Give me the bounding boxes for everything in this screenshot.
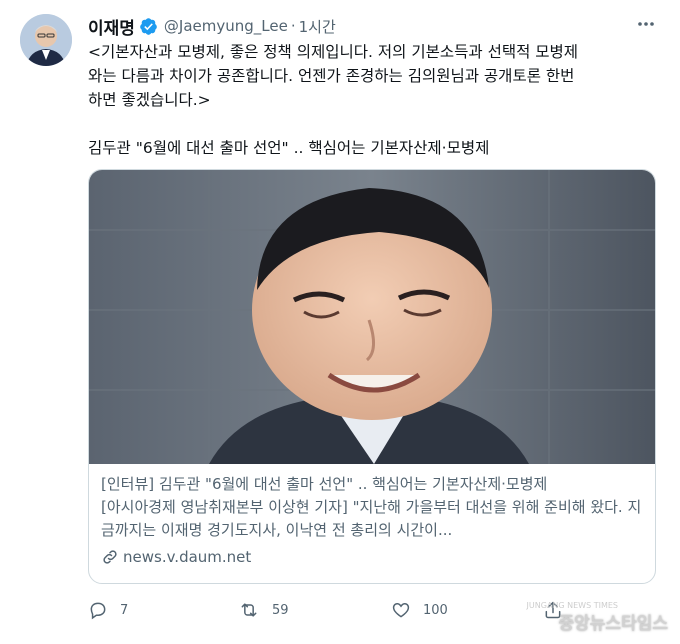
more-icon [638,22,654,26]
card-image [89,170,655,464]
reply-icon [90,602,106,620]
card-link[interactable]: news.v.daum.net [101,548,645,566]
retweet-icon [241,603,257,617]
avatar-photo [20,14,72,66]
card-body: [인터뷰] 김두관 "6월에 대선 출마 선언" .. 핵심어는 기본자산제·모… [101,473,645,566]
author-handle[interactable]: @Jaemyung_Lee [164,17,288,35]
reply-button[interactable]: 7 [88,600,128,620]
card-domain[interactable]: news.v.daum.net [123,548,251,566]
watermark: 중앙뉴스타임스 [558,614,668,634]
retweet-count: 59 [272,602,289,618]
tweet-text: <기본자산과 모병제, 좋은 정책 의제입니다. 저의 기본소득과 선택적 모병… [88,43,579,157]
card-description: [아시아경제 영남취재본부 이상현 기자] "지난해 가을부터 대선을 위해 준… [101,498,642,539]
retweet-button[interactable]: 59 [238,600,289,620]
tweet-header: 이재명 @Jaemyung_Lee · 1시간 [88,14,336,39]
author-avatar[interactable] [20,14,72,66]
link-preview-card[interactable]: [인터뷰] 김두관 "6월에 대선 출마 선언" .. 핵심어는 기본자산제·모… [88,169,656,584]
card-title: [인터뷰] 김두관 "6월에 대선 출마 선언" .. 핵심어는 기본자산제·모… [101,475,548,493]
author-name[interactable]: 이재명 [88,14,135,39]
separator-dot: · [290,17,296,35]
more-options-button[interactable] [636,14,656,39]
like-icon [392,603,410,618]
like-button[interactable]: 100 [391,600,448,620]
link-icon [103,550,117,564]
verified-badge-icon [140,17,157,35]
like-count: 100 [423,602,448,618]
tweet-timestamp[interactable]: 1시간 [299,16,336,37]
reply-count: 7 [120,602,129,618]
